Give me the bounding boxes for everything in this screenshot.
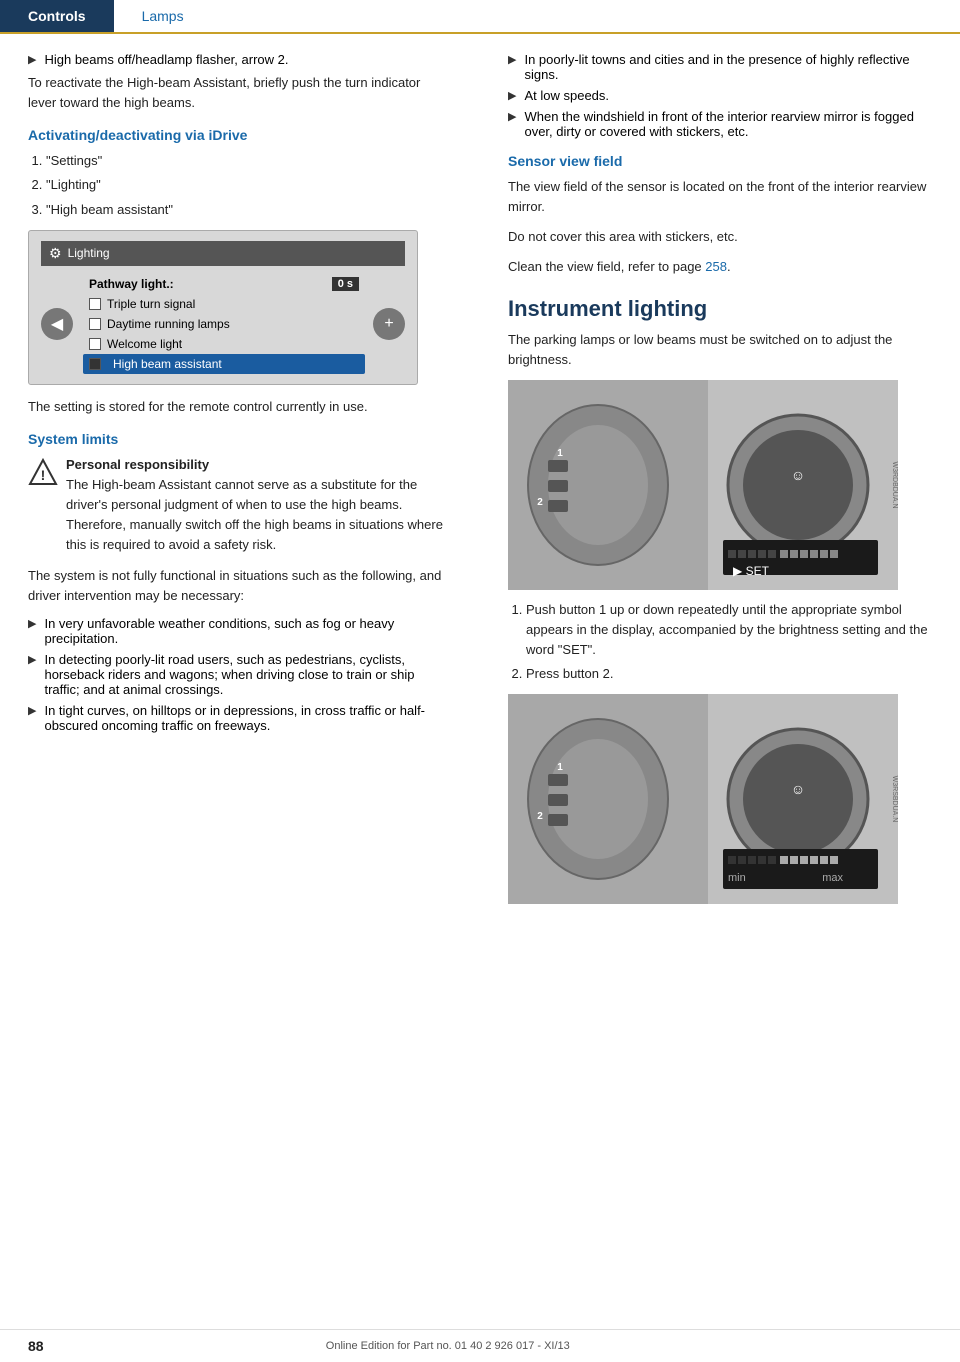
- warning-text-block: Personal responsibility The High-beam As…: [66, 455, 452, 556]
- welcome-light-label: Welcome light: [107, 337, 182, 351]
- footer: 88 Online Edition for Part no. 01 40 2 9…: [0, 1329, 960, 1362]
- idrive-step-3: "High beam assistant": [46, 200, 452, 220]
- limit-bullet-arrow-1: ▶: [28, 617, 36, 646]
- warning-triangle-icon: !: [28, 457, 58, 487]
- instrument-diagram-2: 1 2 ☺: [508, 694, 898, 904]
- settings-icon: ⚙: [49, 245, 62, 262]
- footer-center-text: Online Edition for Part no. 01 40 2 926 …: [326, 1340, 570, 1352]
- header: Controls Lamps: [0, 0, 960, 34]
- instrument-steps-list: Push button 1 up or down repeatedly unti…: [526, 600, 932, 685]
- svg-text:2: 2: [537, 811, 543, 822]
- left-column: ▶ High beams off/headlamp flasher, arrow…: [0, 52, 480, 914]
- instrument-lighting-heading: Instrument lighting: [508, 296, 932, 322]
- high-beam-checkbox[interactable]: [89, 358, 101, 370]
- idrive-section-heading: Activating/deactivating via iDrive: [28, 127, 452, 143]
- instrument-diagram-1: 1 2 ☺: [508, 380, 898, 590]
- idrive-right-button[interactable]: +: [373, 308, 405, 340]
- warning-title: Personal responsibility: [66, 455, 452, 475]
- pathway-label: Pathway light.:: [89, 277, 174, 291]
- limit-bullet-arrow-3: ▶: [28, 704, 36, 733]
- pathway-row: Pathway light.: 0 s: [83, 274, 365, 294]
- idrive-screen: ⚙ Lighting ◀ Pathway light.: 0 s Triple …: [28, 230, 418, 385]
- limit-bullet-1: ▶ In very unfavorable weather conditions…: [28, 616, 452, 646]
- high-beam-assistant-label: High beam assistant: [113, 357, 222, 371]
- diagram2-watermark: W3RSBDUA.N: [891, 776, 898, 823]
- sensor-text-3-suffix: .: [727, 259, 731, 274]
- limit-bullet-text-3: In tight curves, on hilltops or in depre…: [44, 703, 452, 733]
- idrive-steps-list: "Settings" "Lighting" "High beam assista…: [46, 151, 452, 219]
- idrive-step-1: "Settings": [46, 151, 452, 171]
- idrive-nav-col: ◀: [41, 274, 73, 374]
- right-bullet-2: ▶ At low speeds.: [508, 88, 932, 103]
- reactivate-text: To reactivate the High-beam Assistant, b…: [28, 73, 452, 113]
- idrive-screen-title-text: Lighting: [68, 246, 110, 260]
- right-column: ▶ In poorly-lit towns and cities and in …: [480, 52, 960, 914]
- instrument-svg-1: 1 2 ☺: [508, 380, 898, 590]
- limit-bullet-arrow-2: ▶: [28, 653, 36, 697]
- right-bullet-arrow-2: ▶: [508, 89, 516, 103]
- instrument-svg-2: 1 2 ☺: [508, 694, 898, 904]
- svg-text:!: !: [41, 467, 46, 483]
- right-bullet-text-1: In poorly-lit towns and cities and in th…: [524, 52, 932, 82]
- daytime-running-label: Daytime running lamps: [107, 317, 230, 331]
- limit-bullet-text-2: In detecting poorly-lit road users, such…: [44, 652, 452, 697]
- limit-bullet-text-1: In very unfavorable weather conditions, …: [44, 616, 452, 646]
- svg-text:1: 1: [557, 448, 563, 459]
- warning-box: ! Personal responsibility The High-beam …: [28, 455, 452, 556]
- svg-text:min: min: [728, 872, 746, 884]
- triple-turn-checkbox[interactable]: [89, 298, 101, 310]
- instrument-step-1: Push button 1 up or down repeatedly unti…: [526, 600, 932, 660]
- limit-bullet-3: ▶ In tight curves, on hilltops or in dep…: [28, 703, 452, 733]
- right-bullet-1: ▶ In poorly-lit towns and cities and in …: [508, 52, 932, 82]
- daytime-running-checkbox[interactable]: [89, 318, 101, 330]
- page-ref-link[interactable]: 258: [705, 259, 727, 274]
- daytime-running-row: Daytime running lamps: [83, 314, 365, 334]
- sensor-text-3-prefix: Clean the view field, refer to page: [508, 259, 702, 274]
- sensor-view-heading: Sensor view field: [508, 153, 932, 169]
- tab-controls[interactable]: Controls: [0, 0, 114, 32]
- high-beam-assistant-row[interactable]: High beam assistant: [83, 354, 365, 374]
- sensor-text-2: Do not cover this area with stickers, et…: [508, 227, 932, 247]
- idrive-content-col: Pathway light.: 0 s Triple turn signal D…: [83, 274, 365, 374]
- system-limits-heading: System limits: [28, 431, 452, 447]
- welcome-light-row: Welcome light: [83, 334, 365, 354]
- bullet-high-beams-off: ▶ High beams off/headlamp flasher, arrow…: [28, 52, 452, 67]
- pathway-value: 0 s: [332, 277, 359, 291]
- instrument-intro-text: The parking lamps or low beams must be s…: [508, 330, 932, 370]
- right-bullet-text-3: When the windshield in front of the inte…: [524, 109, 932, 139]
- triple-turn-label: Triple turn signal: [107, 297, 195, 311]
- limit-bullet-2: ▶ In detecting poorly-lit road users, su…: [28, 652, 452, 697]
- instrument-step-2: Press button 2.: [526, 664, 932, 684]
- svg-text:max: max: [822, 872, 843, 884]
- bullet-arrow-icon: ▶: [28, 53, 36, 67]
- idrive-screen-title: ⚙ Lighting: [41, 241, 405, 266]
- bullet-high-beams-off-text: High beams off/headlamp flasher, arrow 2…: [44, 52, 288, 67]
- idrive-step-2: "Lighting": [46, 175, 452, 195]
- right-bullet-3: ▶ When the windshield in front of the in…: [508, 109, 932, 139]
- svg-text:1: 1: [557, 762, 563, 773]
- svg-text:☺: ☺: [791, 467, 805, 483]
- page-number: 88: [28, 1338, 44, 1354]
- main-content: ▶ High beams off/headlamp flasher, arrow…: [0, 34, 960, 914]
- setting-stored-text: The setting is stored for the remote con…: [28, 397, 452, 417]
- svg-text:▶ SET: ▶ SET: [733, 564, 770, 578]
- svg-text:2: 2: [537, 497, 543, 508]
- welcome-light-checkbox[interactable]: [89, 338, 101, 350]
- idrive-nav-button[interactable]: ◀: [41, 308, 73, 340]
- svg-text:☺: ☺: [791, 781, 805, 797]
- sensor-text-3: Clean the view field, refer to page 258.: [508, 257, 932, 277]
- not-functional-text: The system is not fully functional in si…: [28, 566, 452, 606]
- diagram1-watermark: W3RDBDUA.N: [891, 461, 898, 508]
- idrive-screen-inner: ◀ Pathway light.: 0 s Triple turn signal…: [41, 274, 405, 374]
- idrive-right-nav: +: [373, 274, 405, 374]
- warning-body: The High-beam Assistant cannot serve as …: [66, 477, 443, 552]
- right-bullet-arrow-1: ▶: [508, 53, 516, 82]
- right-bullet-text-2: At low speeds.: [524, 88, 609, 103]
- sensor-text-1: The view field of the sensor is located …: [508, 177, 932, 217]
- triple-turn-row: Triple turn signal: [83, 294, 365, 314]
- tab-lamps[interactable]: Lamps: [114, 0, 212, 32]
- right-bullet-arrow-3: ▶: [508, 110, 516, 139]
